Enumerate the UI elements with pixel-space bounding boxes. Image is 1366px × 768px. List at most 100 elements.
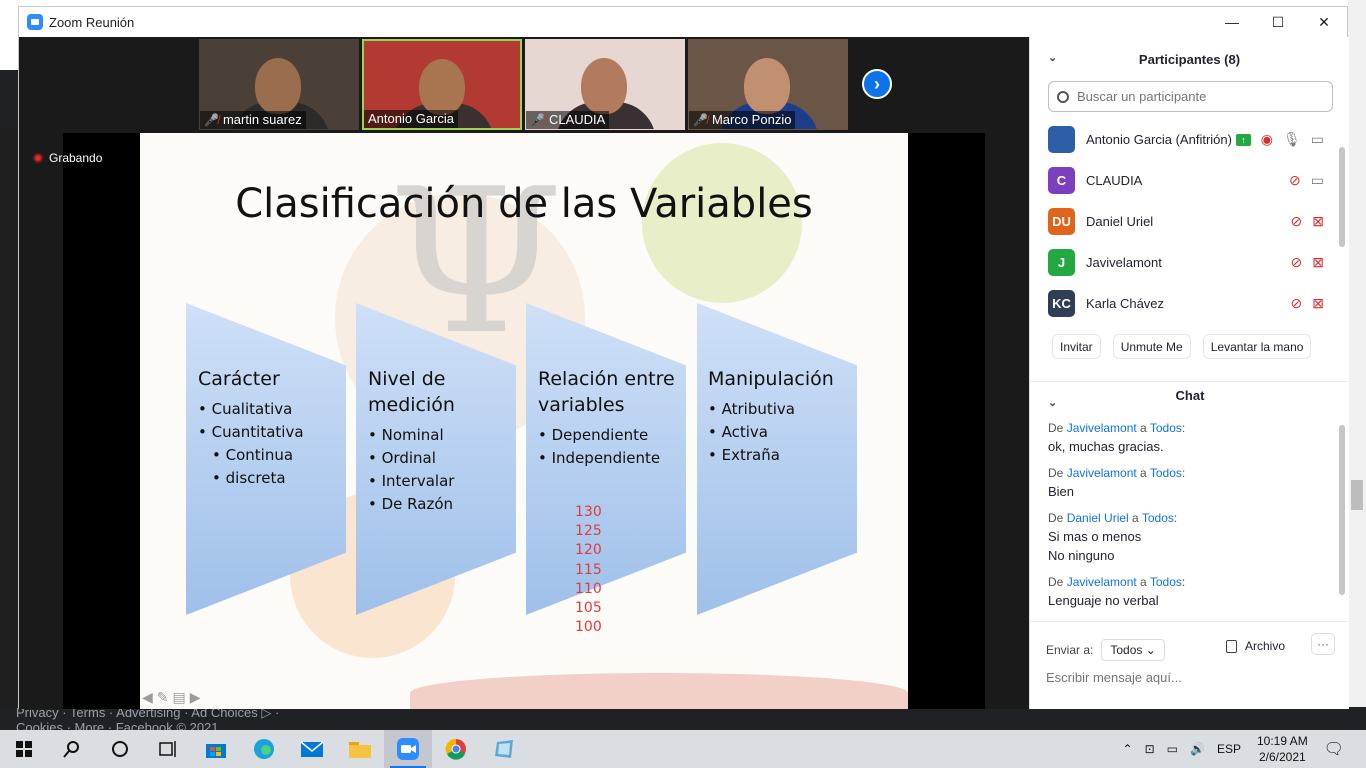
participant-search[interactable] bbox=[1048, 81, 1333, 112]
camera-icon: ▭ bbox=[1310, 172, 1324, 188]
mail-icon bbox=[300, 741, 324, 757]
network-icon[interactable]: ⊡ bbox=[1145, 742, 1155, 756]
volume-icon[interactable]: 🔊 bbox=[1190, 742, 1205, 756]
next-slide-icon[interactable]: ▶ bbox=[190, 689, 201, 706]
send-to: Enviar a: Todos ⌄ bbox=[1046, 639, 1165, 661]
video-tile-active-speaker[interactable]: Antonio Garcia bbox=[362, 39, 522, 130]
meeting-area: Ψ Clasificación de las Variables Carácte… bbox=[19, 37, 1029, 709]
collapse-participants-icon[interactable]: ⌄ bbox=[1048, 51, 1057, 64]
edge-app[interactable] bbox=[240, 730, 288, 768]
video-tile[interactable]: 🎤̸ martin suarez bbox=[199, 39, 359, 130]
card-item: Activa bbox=[708, 421, 858, 444]
number-item: 105 bbox=[575, 600, 602, 617]
send-to-dropdown[interactable]: Todos ⌄ bbox=[1101, 639, 1165, 661]
battery-icon[interactable]: ▭ bbox=[1167, 742, 1178, 756]
share-screen-icon: ↑ bbox=[1235, 133, 1251, 146]
menu-icon[interactable]: ▤ bbox=[173, 689, 186, 706]
zoom-window: Zoom Reunión — ☐ ✕ Ψ Clasificación de la… bbox=[18, 6, 1350, 709]
card-subitem: discreta bbox=[198, 467, 348, 490]
prev-slide-icon[interactable]: ◀ bbox=[142, 689, 153, 706]
maximize-button[interactable]: ☐ bbox=[1255, 7, 1301, 37]
recording-label: Grabando bbox=[49, 151, 103, 165]
participant-search-input[interactable] bbox=[1077, 89, 1317, 104]
video-tile-name: CLAUDIA bbox=[548, 112, 606, 127]
chrome-icon bbox=[445, 738, 466, 760]
more-options-button[interactable]: ··· bbox=[1311, 633, 1335, 655]
card-heading: Carácter bbox=[198, 368, 280, 390]
camera-off-icon: ⊠ bbox=[1312, 254, 1324, 270]
chat-recipient: Todos bbox=[1149, 466, 1182, 480]
search-icon bbox=[63, 741, 79, 758]
chat-recipient: Todos bbox=[1149, 421, 1182, 435]
file-button[interactable]: Archivo bbox=[1226, 639, 1285, 653]
card-heading: Manipulación bbox=[708, 368, 834, 390]
chat-text: Bien bbox=[1048, 484, 1075, 499]
app-icon bbox=[495, 740, 513, 758]
chat-message-input[interactable] bbox=[1046, 670, 1326, 685]
start-button[interactable] bbox=[0, 730, 48, 768]
chat-scrollbar[interactable] bbox=[1339, 425, 1345, 595]
chat-text: ok, muchas gracias. bbox=[1048, 439, 1164, 454]
camera-off-icon: ⊠ bbox=[1312, 213, 1324, 229]
participant-row[interactable]: J Javivelamont ⊘ ⊠ bbox=[1030, 242, 1340, 283]
card-item: Atributiva bbox=[708, 398, 858, 421]
recording-indicator[interactable]: Grabando bbox=[33, 151, 102, 165]
chrome-app[interactable] bbox=[432, 730, 480, 768]
show-hidden-icons-icon[interactable]: ⌃ bbox=[1123, 742, 1133, 756]
mic-muted-icon: 🎤̸ bbox=[693, 112, 708, 127]
participant-row[interactable]: C CLAUDIA ⊘ ▭ bbox=[1030, 160, 1340, 201]
edge-icon bbox=[254, 739, 274, 759]
pen-icon[interactable]: ✎ bbox=[157, 689, 169, 706]
participants-scrollbar[interactable] bbox=[1339, 147, 1345, 247]
chat-sender[interactable]: Daniel Uriel bbox=[1067, 511, 1129, 525]
cortana-button[interactable] bbox=[96, 730, 144, 768]
chat-sender[interactable]: Javivelamont bbox=[1067, 575, 1137, 589]
avatar: KC bbox=[1048, 290, 1075, 317]
zoom-app[interactable] bbox=[384, 730, 432, 768]
chat-footer: Enviar a: Todos ⌄ Archivo ··· bbox=[1030, 621, 1350, 709]
chat-sender[interactable]: Javivelamont bbox=[1067, 466, 1137, 480]
slide-title: Clasificación de las Variables bbox=[235, 181, 813, 227]
participant-row[interactable]: KC Karla Chávez ⊘ ⊠ bbox=[1030, 283, 1340, 324]
store-icon bbox=[206, 744, 226, 758]
number-list: 130 125 120 115 110 105 100 bbox=[575, 503, 602, 637]
mail-app[interactable] bbox=[288, 730, 336, 768]
card-item: Independiente bbox=[538, 447, 688, 470]
video-strip: 🎤̸ martin suarez Antonio Garcia 🎤̸ CLAUDIA… bbox=[199, 39, 848, 130]
video-tile[interactable]: 🎤̸ Marco Ponzio bbox=[688, 39, 848, 130]
chat-header: ⌄ Chat bbox=[1030, 381, 1350, 409]
raise-hand-button[interactable]: Levantar la mano bbox=[1202, 334, 1312, 359]
task-view-icon bbox=[159, 741, 176, 757]
other-app[interactable] bbox=[480, 730, 528, 768]
number-item: 115 bbox=[575, 561, 602, 578]
number-item: 110 bbox=[575, 580, 602, 597]
title-bar: Zoom Reunión — ☐ ✕ bbox=[19, 7, 1347, 37]
clock[interactable]: 10:19 AM 2/6/2021 bbox=[1257, 733, 1308, 765]
participant-row[interactable]: Antonio Garcia (Anfitrión) ↑ ◉ 🎙 ▭ bbox=[1030, 119, 1340, 160]
video-tile[interactable]: 🎤̸ CLAUDIA bbox=[525, 39, 685, 130]
chat-sender[interactable]: Javivelamont bbox=[1067, 421, 1137, 435]
next-videos-button[interactable]: › bbox=[862, 69, 892, 99]
invite-button[interactable]: Invitar bbox=[1052, 334, 1101, 359]
number-item: 125 bbox=[575, 523, 602, 540]
language-indicator[interactable]: ESP bbox=[1217, 742, 1241, 756]
chat-text: Si mas o menos bbox=[1048, 529, 1142, 544]
chat-text: Lenguaje no verbal bbox=[1048, 593, 1159, 608]
unmute-me-button[interactable]: Unmute Me bbox=[1112, 334, 1191, 359]
file-explorer-app[interactable] bbox=[336, 730, 384, 768]
chat-messages: De Javivelamont a Todos: ok, muchas grac… bbox=[1048, 419, 1333, 619]
file-label: Archivo bbox=[1245, 639, 1286, 653]
camera-off-icon: ⊠ bbox=[1312, 295, 1324, 311]
task-view-button[interactable] bbox=[144, 730, 192, 768]
video-tile-name: Antonio Garcia bbox=[368, 111, 454, 126]
mic-muted-icon: ⊘ bbox=[1290, 295, 1303, 311]
store-app[interactable] bbox=[192, 730, 240, 768]
collapse-chat-icon[interactable]: ⌄ bbox=[1048, 396, 1057, 409]
taskbar: ⌃ ⊡ ▭ 🔊 ESP 10:19 AM 2/6/2021 🗨 bbox=[0, 730, 1366, 768]
close-button[interactable]: ✕ bbox=[1301, 7, 1347, 37]
minimize-button[interactable]: — bbox=[1209, 7, 1255, 37]
participant-row[interactable]: DU Daniel Uriel ⊘ ⊠ bbox=[1030, 201, 1340, 242]
search-taskbar-button[interactable] bbox=[48, 730, 96, 768]
card-caracter: Carácter Cualitativa Cuantitativa Contin… bbox=[198, 366, 348, 490]
notifications-icon[interactable]: 🗨 bbox=[1324, 739, 1344, 759]
